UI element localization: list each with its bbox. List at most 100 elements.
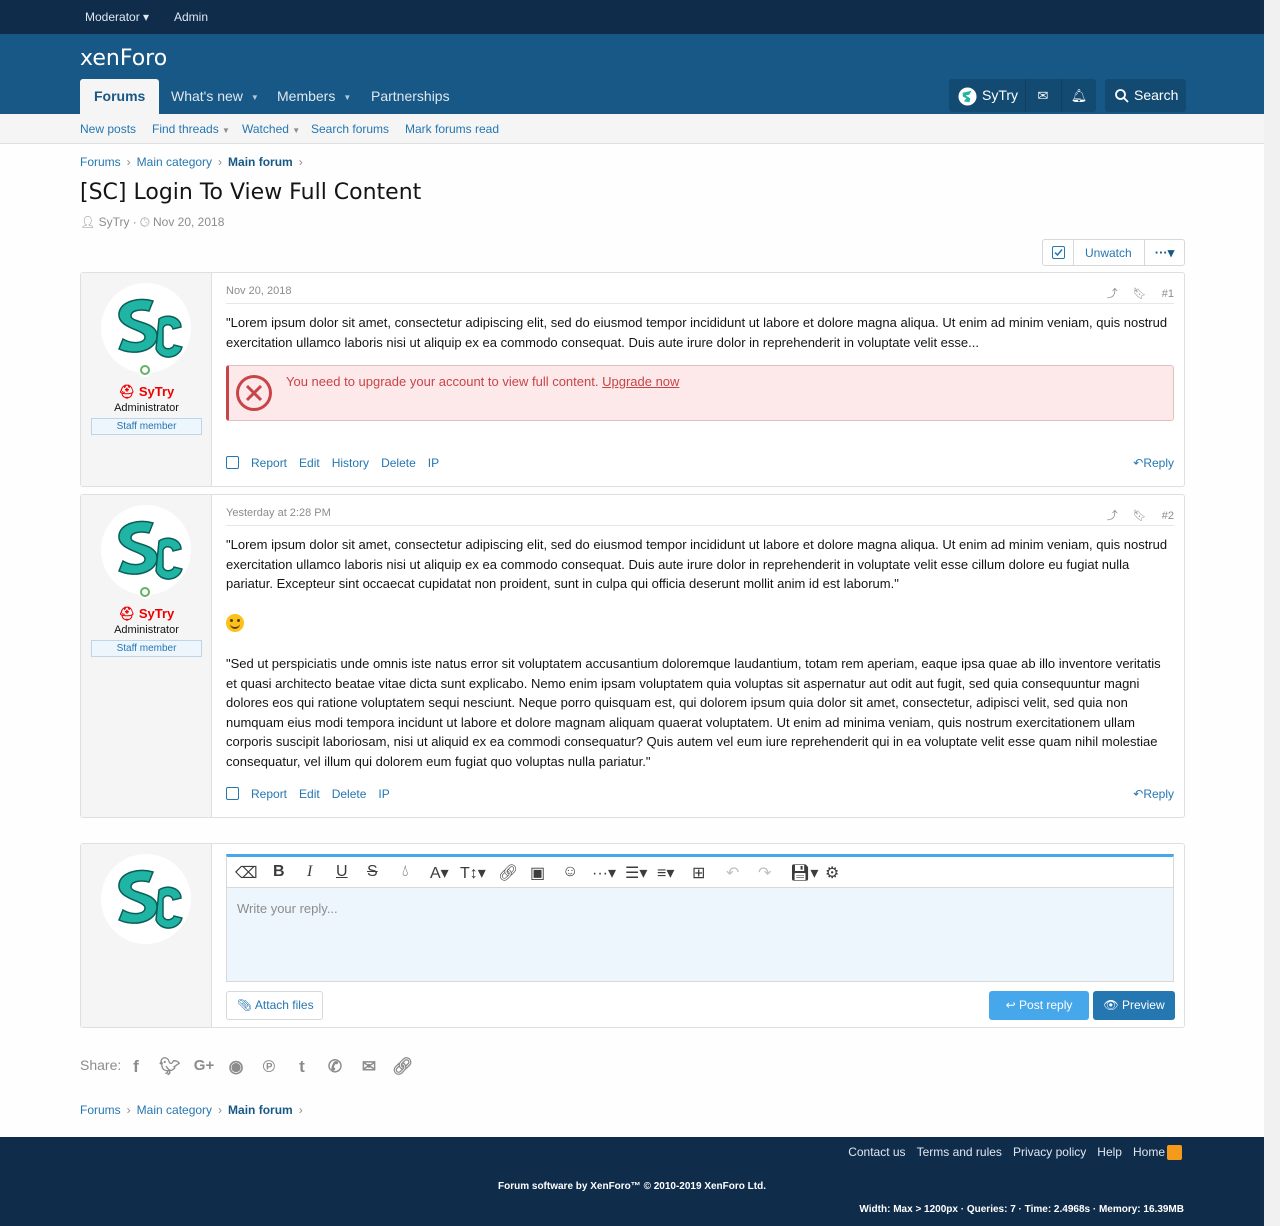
ip-link[interactable]: IP	[378, 787, 389, 801]
select-post-checkbox[interactable]	[226, 787, 239, 800]
drafts-icon[interactable]: 💾︎▾	[790, 863, 818, 883]
post-date[interactable]: Yesterday at 2:28 PM	[226, 507, 331, 519]
avatar[interactable]	[101, 283, 191, 373]
list-icon[interactable]: ≡▾	[657, 863, 674, 883]
image-icon[interactable]: ▣	[530, 863, 545, 883]
text-color-icon[interactable]: 💧︎	[402, 863, 408, 881]
font-size-icon[interactable]: T↕▾	[460, 863, 486, 883]
italic-icon[interactable]: I	[307, 863, 312, 881]
history-link[interactable]: History	[332, 456, 369, 470]
pinterest-icon[interactable]: ℗	[259, 1057, 279, 1077]
link-icon[interactable]: 🔗︎	[392, 1057, 414, 1077]
footer-home[interactable]: Home	[1133, 1145, 1165, 1159]
tab-whats-new[interactable]: What's new ▼	[171, 79, 259, 114]
breadcrumb-main-category[interactable]: Main category	[137, 155, 212, 169]
post-date[interactable]: Nov 20, 2018	[226, 285, 291, 297]
breadcrumb-forums[interactable]: Forums	[80, 155, 121, 169]
bookmark-icon[interactable]: 🔖︎	[1133, 288, 1147, 300]
link-icon[interactable]: 🔗︎	[498, 863, 518, 883]
whatsapp-icon[interactable]: ✆	[325, 1057, 345, 1077]
underline-icon[interactable]: U	[336, 863, 348, 881]
select-post-checkbox[interactable]	[226, 456, 239, 469]
redo-icon[interactable]: ↷	[758, 863, 771, 883]
online-indicator	[138, 363, 152, 377]
footer-help[interactable]: Help	[1097, 1145, 1122, 1159]
bookmark-icon[interactable]: 🔖︎	[1133, 510, 1147, 522]
align-icon[interactable]: ☰▾	[625, 863, 647, 883]
subnav-new-posts[interactable]: New posts	[80, 122, 136, 136]
more-icon[interactable]: ···▾	[592, 863, 616, 883]
post-username[interactable]: ⛑︎ SyTry	[81, 384, 212, 400]
share-icon[interactable]: ⤴︎	[1107, 288, 1118, 300]
font-family-icon[interactable]: A▾	[430, 863, 449, 883]
inbox-icon[interactable]: ✉	[1025, 79, 1060, 112]
tab-members[interactable]: Members ▼	[277, 79, 351, 114]
breadcrumb-main-forum[interactable]: Main forum	[228, 1103, 293, 1117]
user-icon: 👤︎	[80, 215, 96, 229]
post-number[interactable]: #2	[1162, 510, 1174, 522]
site-logo[interactable]: xenForo	[80, 46, 167, 71]
report-link[interactable]: Report	[251, 787, 287, 801]
chevron-down-icon[interactable]: ▼	[251, 93, 259, 102]
thread-date[interactable]: Nov 20, 2018	[153, 215, 224, 229]
search-button[interactable]: Search	[1105, 79, 1186, 112]
rss-icon[interactable]	[1167, 1145, 1182, 1160]
tab-partnerships[interactable]: Partnerships	[371, 79, 450, 114]
admin-link[interactable]: Admin	[174, 10, 208, 24]
attach-files-button[interactable]: 📎︎ Attach files	[226, 991, 323, 1020]
breadcrumb-forums[interactable]: Forums	[80, 1103, 121, 1117]
moderator-menu[interactable]: Moderator ▾	[85, 10, 149, 24]
post-reply-button[interactable]: ↩ Post reply	[989, 991, 1089, 1020]
footer-privacy[interactable]: Privacy policy	[1013, 1145, 1086, 1159]
page-scrollbar[interactable]	[1264, 0, 1280, 1226]
unwatch-button[interactable]: Unwatch	[1085, 246, 1132, 260]
email-icon[interactable]: ✉	[359, 1057, 379, 1077]
watch-checkbox[interactable]	[1043, 240, 1074, 265]
upgrade-now-link[interactable]: Upgrade now	[602, 374, 679, 389]
reply-link[interactable]: ↶Reply	[1133, 787, 1174, 801]
table-icon[interactable]: ⊞	[692, 863, 705, 883]
thread-author[interactable]: SyTry	[99, 215, 130, 229]
post-number[interactable]: #1	[1162, 288, 1174, 300]
avatar[interactable]	[101, 505, 191, 595]
report-link[interactable]: Report	[251, 456, 287, 470]
eraser-icon[interactable]: ⌫	[235, 863, 258, 883]
undo-icon[interactable]: ↶	[726, 863, 739, 883]
breadcrumb-main-category[interactable]: Main category	[137, 1103, 212, 1117]
tab-forums[interactable]: Forums	[80, 79, 160, 114]
delete-link[interactable]: Delete	[381, 456, 416, 470]
footer-terms[interactable]: Terms and rules	[917, 1145, 1002, 1159]
moderator-bar: Moderator ▾ Admin	[0, 0, 1264, 34]
reply-textarea[interactable]: Write your reply...	[227, 888, 1173, 981]
emoji-icon[interactable]: ☺	[562, 863, 578, 881]
facebook-icon[interactable]: f	[126, 1057, 146, 1077]
edit-link[interactable]: Edit	[299, 456, 320, 470]
subnav-mark-read[interactable]: Mark forums read	[405, 122, 499, 136]
twitter-icon[interactable]: 🐦︎	[159, 1057, 181, 1077]
preview-button[interactable]: 👁︎ Preview	[1093, 991, 1175, 1020]
more-options-button[interactable]: ···▾	[1144, 240, 1184, 265]
subnav-search-forums[interactable]: Search forums	[311, 122, 389, 136]
settings-gear-icon[interactable]: ⚙	[825, 863, 839, 883]
chevron-down-icon[interactable]: ▼	[343, 93, 351, 102]
tumblr-icon[interactable]: t	[292, 1057, 312, 1077]
ip-link[interactable]: IP	[428, 456, 439, 470]
breadcrumb-main-forum[interactable]: Main forum	[228, 155, 293, 169]
share-icon[interactable]: ⤴︎	[1107, 510, 1118, 522]
avatar[interactable]	[101, 854, 191, 944]
bell-icon[interactable]: 🔔︎	[1061, 79, 1096, 112]
footer-contact-us[interactable]: Contact us	[848, 1145, 905, 1159]
post-username[interactable]: ⛑︎ SyTry	[81, 606, 212, 622]
delete-link[interactable]: Delete	[332, 787, 367, 801]
paperclip-icon: 📎︎	[237, 998, 253, 1012]
reddit-icon[interactable]: ◉	[226, 1057, 246, 1077]
user-avatar-small[interactable]	[958, 87, 977, 106]
account-username[interactable]: SyTry	[982, 79, 1018, 112]
edit-link[interactable]: Edit	[299, 787, 320, 801]
subnav-watched[interactable]: Watched ▼	[242, 122, 300, 136]
subnav-find-threads[interactable]: Find threads ▼	[152, 122, 230, 136]
strikethrough-icon[interactable]: S	[367, 863, 378, 881]
reply-link[interactable]: ↶Reply	[1133, 456, 1174, 470]
google-plus-icon[interactable]: G+	[192, 1057, 216, 1077]
bold-icon[interactable]: B	[273, 863, 285, 881]
